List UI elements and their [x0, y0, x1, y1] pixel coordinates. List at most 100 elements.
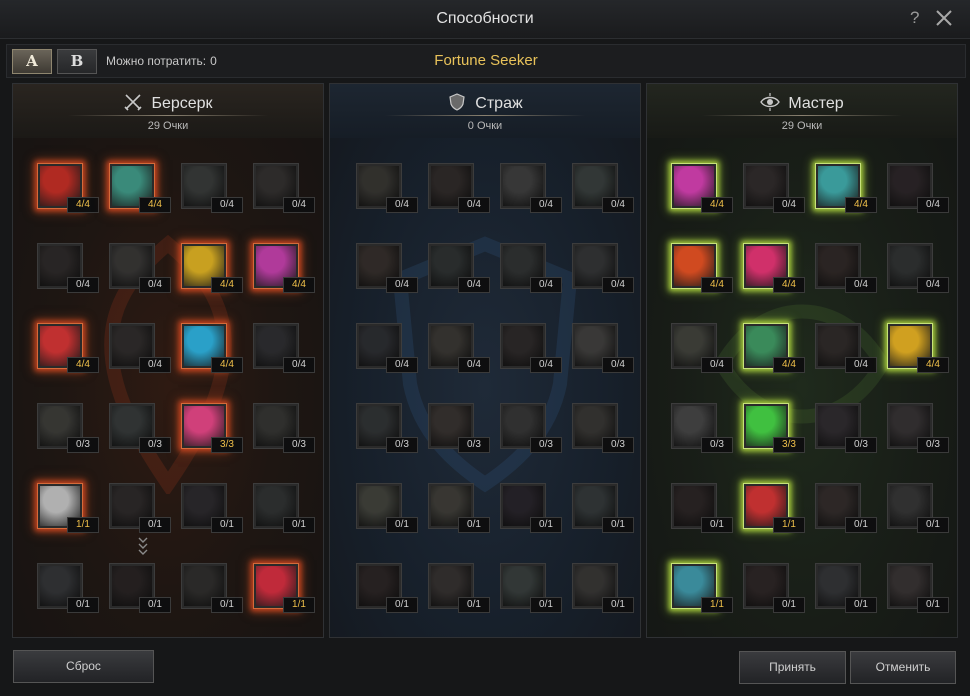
- skill-level-badge: 0/3: [602, 437, 634, 453]
- column-master: Мастер 29 Очки 4/4 0/4 4/4 0/4 4/4 4/4 0/4 0/4 0…: [646, 83, 958, 638]
- skill-level-badge: 0/4: [845, 357, 877, 373]
- skill-level-badge: 0/1: [386, 597, 418, 613]
- skill-level-badge: 0/4: [530, 197, 562, 213]
- skill-level-badge: 0/1: [211, 517, 243, 533]
- skill-level-badge: 0/1: [602, 517, 634, 533]
- skill-level-badge: 0/4: [283, 197, 315, 213]
- skill-level-badge: 4/4: [701, 197, 733, 213]
- divider: [702, 115, 902, 116]
- crossed-swords-icon: [124, 94, 143, 111]
- skill-level-badge: 0/4: [283, 357, 315, 373]
- column-header: Мастер 29 Очки: [647, 84, 957, 138]
- column-name: Страж: [475, 95, 523, 112]
- skill-level-badge: 4/4: [139, 197, 171, 213]
- preset-toolbar: A B Можно потратить: 0 Fortune Seeker: [6, 44, 966, 78]
- build-name: Fortune Seeker: [434, 52, 538, 69]
- skill-level-badge: 0/4: [386, 197, 418, 213]
- skill-level-badge: 4/4: [211, 277, 243, 293]
- skill-level-badge: 0/4: [458, 277, 490, 293]
- shield-icon: [449, 93, 465, 111]
- column-header: Страж 0 Очки: [330, 84, 640, 138]
- column-points: 0 Очки: [467, 120, 503, 132]
- skill-level-badge: 0/4: [917, 277, 949, 293]
- skill-level-badge: 4/4: [773, 277, 805, 293]
- help-icon[interactable]: ?: [910, 8, 919, 28]
- skill-level-badge: 0/1: [530, 517, 562, 533]
- skill-level-badge: 0/1: [67, 597, 99, 613]
- skill-level-badge: 0/1: [917, 597, 949, 613]
- column-title: Мастер: [647, 92, 957, 113]
- column-header: Берсерк 29 Очки: [13, 84, 323, 138]
- skill-level-badge: 0/1: [139, 517, 171, 533]
- skill-level-badge: 0/3: [458, 437, 490, 453]
- skill-level-badge: 0/4: [773, 197, 805, 213]
- column-title: Берсерк: [13, 92, 323, 113]
- skill-level-badge: 0/3: [701, 437, 733, 453]
- skill-level-badge: 0/1: [701, 517, 733, 533]
- cancel-button[interactable]: Отменить: [850, 651, 956, 684]
- skill-level-badge: 1/1: [701, 597, 733, 613]
- skill-level-badge: 0/4: [67, 277, 99, 293]
- divider: [68, 115, 268, 116]
- skill-level-badge: 0/4: [139, 277, 171, 293]
- skill-level-badge: 4/4: [773, 357, 805, 373]
- skill-level-badge: 0/3: [917, 437, 949, 453]
- skill-level-badge: 0/4: [602, 197, 634, 213]
- skill-level-badge: 0/3: [67, 437, 99, 453]
- skill-level-badge: 0/3: [283, 437, 315, 453]
- skill-level-badge: 0/1: [917, 517, 949, 533]
- skill-level-badge: 4/4: [845, 197, 877, 213]
- skill-level-badge: 0/3: [845, 437, 877, 453]
- skill-level-badge: 0/1: [773, 597, 805, 613]
- title-bar: Способности ?: [0, 0, 970, 39]
- skill-level-badge: 0/1: [283, 517, 315, 533]
- window-title: Способности: [436, 10, 534, 27]
- skill-level-badge: 4/4: [701, 277, 733, 293]
- skill-level-badge: 0/4: [458, 357, 490, 373]
- column-title: Страж: [330, 92, 640, 113]
- skill-level-badge: 0/1: [845, 597, 877, 613]
- reset-button[interactable]: Сброс: [13, 650, 154, 683]
- skill-level-badge: 0/1: [211, 597, 243, 613]
- skill-level-badge: 0/1: [458, 517, 490, 533]
- accept-button[interactable]: Принять: [739, 651, 846, 684]
- skill-level-badge: 4/4: [67, 357, 99, 373]
- skill-level-badge: 1/1: [67, 517, 99, 533]
- skill-level-badge: 0/3: [139, 437, 171, 453]
- skill-level-badge: 0/4: [845, 277, 877, 293]
- skill-level-badge: 1/1: [773, 517, 805, 533]
- skills-window: Способности ? A B Можно потратить: 0 Fort…: [0, 0, 970, 696]
- skill-level-badge: 0/4: [917, 197, 949, 213]
- skill-level-badge: 0/1: [458, 597, 490, 613]
- eye-icon: [760, 93, 781, 111]
- skill-level-badge: 0/4: [211, 197, 243, 213]
- skill-level-badge: 0/4: [386, 277, 418, 293]
- skill-level-badge: 0/4: [386, 357, 418, 373]
- skill-level-badge: 0/1: [386, 517, 418, 533]
- skill-level-badge: 0/3: [530, 437, 562, 453]
- skill-level-badge: 4/4: [67, 197, 99, 213]
- skill-level-badge: 0/4: [602, 277, 634, 293]
- skill-level-badge: 0/4: [530, 357, 562, 373]
- skill-level-badge: 4/4: [211, 357, 243, 373]
- skill-level-badge: 0/1: [845, 517, 877, 533]
- skill-level-badge: 0/4: [458, 197, 490, 213]
- skill-level-badge: 4/4: [283, 277, 315, 293]
- skill-level-badge: 3/3: [773, 437, 805, 453]
- column-points: 29 Очки: [781, 120, 823, 132]
- close-icon[interactable]: [934, 8, 954, 28]
- column-name: Берсерк: [151, 95, 213, 112]
- skill-level-badge: 0/4: [139, 357, 171, 373]
- column-points: 29 Очки: [147, 120, 189, 132]
- skill-level-badge: 0/1: [530, 597, 562, 613]
- skill-level-badge: 0/4: [701, 357, 733, 373]
- divider: [385, 115, 585, 116]
- column-guard: Страж 0 Очки 0/4 0/4 0/4 0/4 0/4 0/4 0/4 0/4 0/4…: [329, 83, 641, 638]
- skill-level-badge: 0/4: [602, 357, 634, 373]
- column-name: Мастер: [788, 95, 844, 112]
- skill-level-badge: 3/3: [211, 437, 243, 453]
- chevron-down-icon: [138, 537, 148, 555]
- skill-level-badge: 0/3: [386, 437, 418, 453]
- skill-level-badge: 0/1: [602, 597, 634, 613]
- skill-level-badge: 4/4: [917, 357, 949, 373]
